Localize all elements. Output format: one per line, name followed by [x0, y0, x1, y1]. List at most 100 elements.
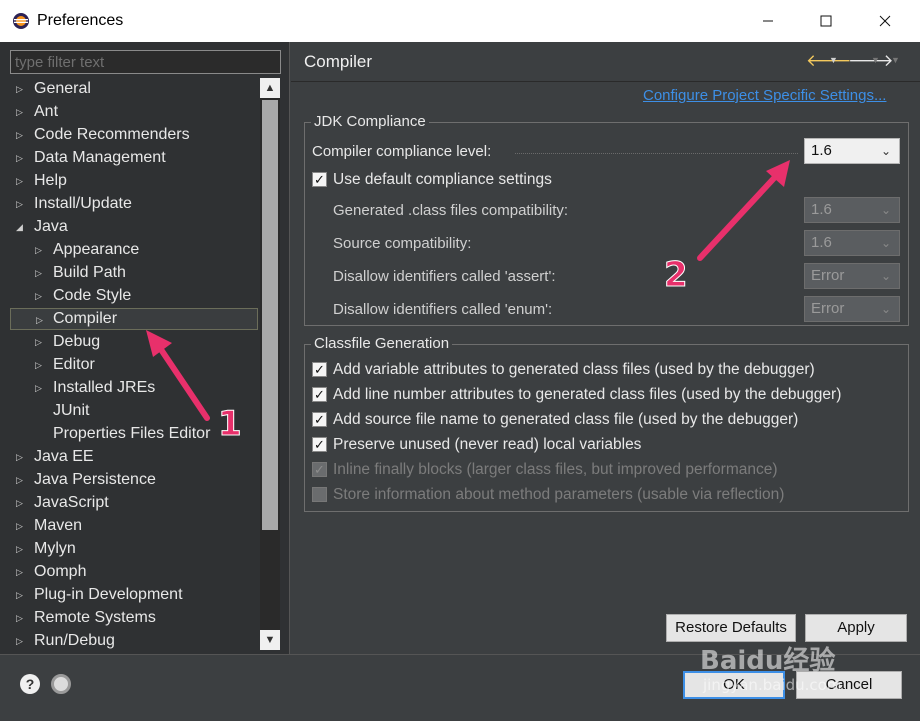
expand-icon[interactable]: ▷ — [35, 354, 45, 376]
import-export-icon[interactable] — [51, 674, 71, 694]
preference-page: Compiler 🡐 ▼ 🡒 ▼ ▼ Configure Project Spe… — [291, 42, 920, 654]
expand-icon[interactable]: ▷ — [16, 538, 26, 560]
restore-defaults-button[interactable]: Restore Defaults — [666, 614, 796, 642]
expand-icon[interactable]: ▷ — [16, 607, 26, 629]
tree-item-general[interactable]: ▷ General — [16, 78, 91, 100]
expand-icon[interactable]: ▷ — [16, 101, 26, 123]
tree-item-javascript[interactable]: ▷ JavaScript — [16, 492, 109, 514]
maximize-button[interactable] — [796, 0, 856, 42]
expand-icon[interactable]: ▷ — [16, 170, 26, 192]
tree-item-build-path[interactable]: ▷ Build Path — [35, 262, 126, 284]
expand-icon[interactable]: ▷ — [16, 515, 26, 537]
expand-icon[interactable]: ▷ — [35, 377, 45, 399]
classfile-option-label: Add source file name to generated class … — [333, 411, 799, 428]
tree-item-run-debug[interactable]: ▷ Run/Debug — [16, 630, 115, 650]
back-history-dropdown-icon[interactable]: ▼ — [829, 55, 838, 65]
disallow-enum-label: Disallow identifiers called 'enum': — [333, 301, 553, 318]
expand-icon[interactable]: ▷ — [16, 78, 26, 100]
chevron-down-icon: ⌄ — [880, 269, 891, 283]
disallow-assert-label: Disallow identifiers called 'assert': — [333, 268, 556, 285]
disallow-assert-select: Error ⌄ — [804, 263, 900, 289]
configure-project-settings-link[interactable]: Configure Project Specific Settings... — [643, 87, 886, 104]
tree-item-label: Java — [34, 218, 68, 235]
tree-item-remote-systems[interactable]: ▷ Remote Systems — [16, 607, 156, 629]
tree-item-code-recommenders[interactable]: ▷ Code Recommenders — [16, 124, 190, 146]
tree-item-oomph[interactable]: ▷ Oomph — [16, 561, 86, 583]
expand-icon[interactable]: ▷ — [16, 469, 26, 491]
forward-history-dropdown-icon[interactable]: ▼ — [871, 55, 880, 65]
expand-icon[interactable]: ▷ — [35, 331, 45, 353]
tree-item-plug-in-development[interactable]: ▷ Plug-in Development — [16, 584, 183, 606]
scroll-thumb[interactable] — [262, 100, 278, 530]
tree-item-install-update[interactable]: ▷ Install/Update — [16, 193, 132, 215]
source-file-name-checkbox[interactable]: ✓ — [312, 412, 327, 427]
tree-item-data-management[interactable]: ▷ Data Management — [16, 147, 166, 169]
view-menu-icon[interactable]: ▼ — [891, 55, 900, 65]
variable-attributes-checkbox[interactable]: ✓ — [312, 362, 327, 377]
tree-item-label: Code Recommenders — [34, 126, 190, 143]
classfile-option-label: Add line number attributes to generated … — [333, 386, 842, 403]
tree-item-junit[interactable]: JUnit — [53, 400, 89, 422]
minimize-icon — [763, 20, 773, 22]
line-number-attributes-checkbox[interactable]: ✓ — [312, 387, 327, 402]
expand-icon[interactable]: ▷ — [16, 147, 26, 169]
source-compat-select: 1.6 ⌄ — [804, 230, 900, 256]
collapse-icon[interactable]: ◢ — [16, 216, 26, 238]
maximize-icon — [820, 15, 832, 27]
chevron-down-icon: ⌄ — [880, 236, 891, 250]
chevron-down-icon: ⌄ — [880, 302, 891, 316]
tree-item-java-ee[interactable]: ▷ Java EE — [16, 446, 94, 468]
expand-icon[interactable]: ▷ — [16, 492, 26, 514]
tree-scrollbar[interactable]: ▲ ▼ — [260, 78, 280, 650]
expand-icon[interactable]: ▷ — [16, 630, 26, 650]
tree-item-label: Help — [34, 172, 67, 189]
tree-item-maven[interactable]: ▷ Maven — [16, 515, 83, 537]
compliance-level-select[interactable]: 1.6 ⌄ — [804, 138, 900, 164]
tree-item-code-style[interactable]: ▷ Code Style — [35, 285, 131, 307]
disallow-enum-value: Error — [811, 300, 845, 317]
tree-item-appearance[interactable]: ▷ Appearance — [35, 239, 139, 261]
expand-icon[interactable]: ▷ — [16, 124, 26, 146]
apply-button[interactable]: Apply — [805, 614, 907, 642]
filter-input[interactable] — [10, 50, 281, 74]
annotation-marker-1: 1 — [218, 404, 243, 445]
expand-icon[interactable]: ▷ — [35, 239, 45, 261]
annotation-marker-2: 2 — [664, 255, 689, 296]
close-icon — [879, 15, 891, 27]
tree-item-installed-jres[interactable]: ▷ Installed JREs — [35, 377, 155, 399]
tree-item-help[interactable]: ▷ Help — [16, 170, 67, 192]
tree-item-java[interactable]: ◢ Java — [16, 216, 68, 238]
tree-item-label: Compiler — [53, 310, 118, 327]
expand-icon[interactable]: ▷ — [35, 285, 45, 307]
tree-item-debug[interactable]: ▷ Debug — [35, 331, 100, 353]
tree-item-label: Maven — [34, 517, 83, 534]
help-icon[interactable]: ? — [20, 674, 40, 694]
expand-icon[interactable]: ▷ — [16, 193, 26, 215]
expand-icon[interactable]: ▷ — [16, 561, 26, 583]
tree-item-mylyn[interactable]: ▷ Mylyn — [16, 538, 76, 560]
minimize-button[interactable] — [738, 0, 798, 42]
expand-icon[interactable]: ▷ — [16, 584, 26, 606]
page-title: Compiler — [304, 52, 373, 71]
scroll-down-arrow-icon[interactable]: ▼ — [260, 630, 280, 650]
expand-icon[interactable]: ▷ — [16, 446, 26, 468]
generated-class-compat-label: Generated .class files compatibility: — [333, 202, 569, 219]
tree-item-editor[interactable]: ▷ Editor — [35, 354, 95, 376]
use-default-compliance-checkbox[interactable]: ✓ — [312, 172, 327, 187]
tree-item-label: Java EE — [34, 448, 94, 465]
tree-item-ant[interactable]: ▷ Ant — [16, 101, 58, 123]
expand-icon[interactable]: ▷ — [35, 262, 45, 284]
tree-item-label: Java Persistence — [34, 471, 156, 488]
compliance-level-value: 1.6 — [811, 142, 832, 159]
tree-item-java-persistence[interactable]: ▷ Java Persistence — [16, 469, 156, 491]
preserve-unused-locals-checkbox[interactable]: ✓ — [312, 437, 327, 452]
disallow-assert-value: Error — [811, 267, 845, 284]
source-compat-value: 1.6 — [811, 234, 832, 251]
preference-tree-pane: ▷ General ▷ Ant ▷ Code Recommenders ▷ Data M… — [0, 42, 290, 654]
close-button[interactable] — [855, 0, 915, 42]
tree-item-properties-files-editor[interactable]: Properties Files Editor — [53, 423, 210, 445]
eclipse-app-icon — [13, 13, 29, 29]
tree-item-compiler[interactable]: ▷ Compiler — [10, 308, 258, 330]
scroll-up-arrow-icon[interactable]: ▲ — [260, 78, 280, 98]
expand-icon[interactable]: ▷ — [36, 309, 46, 331]
